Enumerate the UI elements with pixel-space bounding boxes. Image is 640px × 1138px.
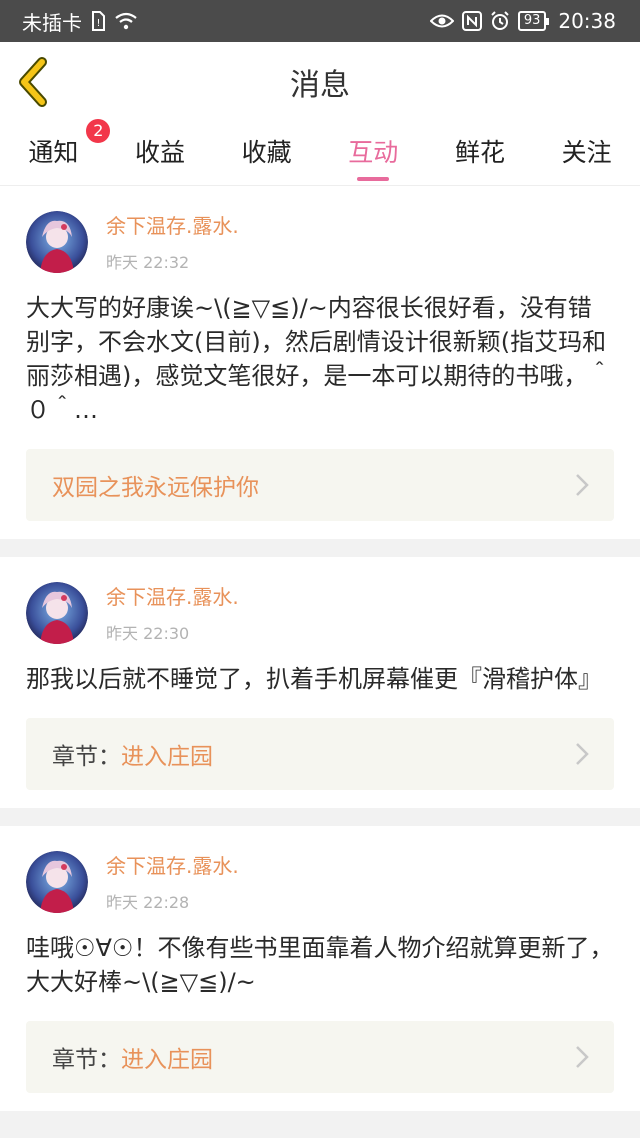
chevron-left-icon — [19, 57, 47, 107]
username[interactable]: 余下温存.露水. — [106, 210, 239, 239]
username[interactable]: 余下温存.露水. — [106, 850, 239, 879]
comment-text: 大大写的好康诶~\(≧▽≦)/~内容很长很好看，没有错别字，不会水文(目前)，然… — [26, 294, 612, 424]
chevron-right-icon — [576, 474, 589, 496]
chapter-title: 进入庄园 — [121, 744, 213, 770]
status-right: 93 20:38 — [429, 9, 616, 33]
tab-bar: 通知 2 收益 收藏 互动 鲜花 关注 — [0, 116, 640, 186]
tab-label: 互动 — [348, 137, 399, 167]
chapter-reference[interactable]: 章节：进入庄园 — [26, 1021, 614, 1093]
svg-text:!: ! — [96, 18, 100, 29]
chapter-label: 章节： — [52, 744, 121, 770]
chevron-right-icon — [576, 1046, 589, 1068]
chevron-right-icon — [576, 743, 589, 765]
message-card: 余下温存.露水. 昨天 22:30 那我以后就不睡觉了，扒着手机屏幕催更『滑稽护… — [0, 557, 640, 808]
chapter-label: 章节： — [52, 1047, 121, 1073]
tab-label: 收藏 — [241, 137, 292, 167]
tab-label: 鲜花 — [454, 137, 505, 167]
message-header: 余下温存.露水. 昨天 22:30 — [26, 581, 614, 644]
message-meta: 余下温存.露水. 昨天 22:30 — [106, 581, 239, 644]
message-card: 余下温存.露水. 昨天 22:28 哇哦☉∀☉！不像有些书里面靠着人物介绍就算更… — [0, 826, 640, 1111]
tab-flowers[interactable]: 鲜花 — [451, 125, 509, 183]
message-feed: 余下温存.露水. 昨天 22:32 大大写的好康诶~\(≧▽≦)/~内容很长很好… — [0, 186, 640, 1111]
tab-follows[interactable]: 关注 — [558, 125, 616, 183]
carrier-text: 未插卡 — [22, 10, 82, 35]
avatar[interactable] — [26, 210, 88, 273]
message-header: 余下温存.露水. 昨天 22:32 — [26, 210, 614, 273]
chapter-reference-text: 章节：进入庄园 — [52, 1040, 213, 1074]
notification-badge: 2 — [84, 116, 113, 145]
timestamp: 昨天 22:30 — [106, 624, 190, 643]
avatar[interactable] — [26, 581, 88, 644]
tab-label: 通知 — [28, 137, 79, 167]
message-meta: 余下温存.露水. 昨天 22:28 — [106, 850, 239, 913]
wifi-icon — [114, 12, 138, 30]
battery-indicator: 93 — [517, 11, 549, 31]
nav-bar: 消息 — [0, 42, 640, 122]
tab-label: 关注 — [561, 137, 612, 167]
username[interactable]: 余下温存.露水. — [106, 581, 239, 610]
book-reference[interactable]: 双园之我永远保护你 — [26, 449, 614, 521]
chapter-title: 进入庄园 — [121, 1047, 213, 1073]
back-button[interactable] — [14, 56, 54, 108]
comment-text: 那我以后就不睡觉了，扒着手机屏幕催更『滑稽护体』 — [26, 665, 602, 693]
timestamp: 昨天 22:28 — [106, 893, 190, 912]
tab-notifications[interactable]: 通知 2 — [24, 116, 113, 183]
status-left: 未插卡 ! — [22, 7, 138, 36]
nfc-icon — [461, 11, 482, 31]
tab-favorites[interactable]: 收藏 — [238, 125, 296, 183]
timestamp: 昨天 22:32 — [106, 253, 190, 272]
alarm-icon — [490, 11, 510, 31]
message-header: 余下温存.露水. 昨天 22:28 — [26, 850, 614, 913]
tab-earnings[interactable]: 收益 — [131, 125, 189, 183]
tab-label: 收益 — [134, 137, 185, 167]
tab-interactions[interactable]: 互动 — [344, 125, 402, 183]
comment-text: 哇哦☉∀☉！不像有些书里面靠着人物介绍就算更新了，大大好棒~\(≧▽≦)/~ — [26, 934, 614, 996]
eye-icon — [429, 13, 454, 29]
message-meta: 余下温存.露水. 昨天 22:32 — [106, 210, 239, 273]
status-bar: 未插卡 ! 93 20:38 — [0, 0, 640, 42]
chapter-reference-text: 章节：进入庄园 — [52, 737, 213, 771]
no-sim-icon: ! — [90, 11, 106, 31]
avatar[interactable] — [26, 850, 88, 913]
message-card: 余下温存.露水. 昨天 22:32 大大写的好康诶~\(≧▽≦)/~内容很长很好… — [0, 186, 640, 539]
clock: 20:38 — [558, 9, 616, 33]
book-title: 双园之我永远保护你 — [52, 475, 259, 501]
page-title: 消息 — [290, 68, 350, 103]
chapter-reference[interactable]: 章节：进入庄园 — [26, 718, 614, 790]
